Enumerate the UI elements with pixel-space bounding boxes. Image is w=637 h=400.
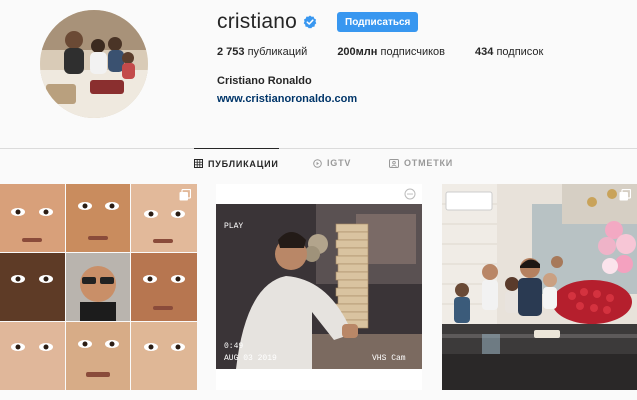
igtv-icon — [313, 158, 322, 168]
post-thumbnail[interactable] — [0, 184, 197, 390]
tab-igtv-label: IGTV — [327, 158, 352, 168]
following-count: 434 — [475, 46, 494, 58]
multi-photo-icon — [619, 189, 631, 201]
followers-label: подписчиков — [380, 46, 446, 58]
multi-photo-icon — [179, 189, 191, 201]
profile-stats: 2 753 публикаций 200млн подписчиков 434 … — [217, 46, 573, 58]
post-thumbnail[interactable]: PLAY 0:49 AUG 03 2019 VHS Cam — [216, 184, 422, 390]
following-stat[interactable]: 434 подписок — [475, 46, 543, 58]
username: cristiano — [217, 10, 297, 33]
vhs-cam-label: VHS Cam — [372, 354, 406, 363]
full-name: Cristiano Ronaldo — [217, 75, 312, 87]
igtv-badge-icon — [404, 188, 416, 200]
profile-tabs: ПУБЛИКАЦИИ IGTV ОТМЕТКИ — [0, 148, 637, 178]
vhs-time-label: 0:49 — [224, 342, 243, 351]
tab-igtv[interactable]: IGTV — [313, 148, 351, 178]
posts-count: 2 753 — [217, 46, 245, 58]
followers-stat[interactable]: 200млн подписчиков — [337, 46, 445, 58]
vhs-date-label: AUG 03 2019 — [224, 354, 277, 363]
tab-tagged-label: ОТМЕТКИ — [404, 158, 454, 168]
posts-label: публикаций — [247, 46, 308, 58]
vhs-play-label: PLAY — [224, 222, 243, 231]
followers-count: 200млн — [337, 46, 378, 58]
tag-icon — [389, 158, 399, 168]
posts-stat: 2 753 публикаций — [217, 46, 307, 58]
verified-badge-icon — [303, 15, 317, 29]
website-link[interactable]: www.cristianoronaldo.com — [217, 93, 357, 105]
follow-button[interactable]: Подписаться — [337, 12, 419, 32]
tab-posts-label: ПУБЛИКАЦИИ — [208, 158, 279, 169]
post-thumbnail[interactable] — [442, 184, 637, 390]
tab-posts[interactable]: ПУБЛИКАЦИИ — [194, 148, 279, 178]
grid-icon — [194, 159, 203, 168]
tab-tagged[interactable]: ОТМЕТКИ — [389, 148, 453, 178]
following-label: подписок — [496, 46, 544, 58]
profile-header-row: cristiano Подписаться — [217, 10, 419, 34]
avatar[interactable] — [40, 10, 148, 118]
